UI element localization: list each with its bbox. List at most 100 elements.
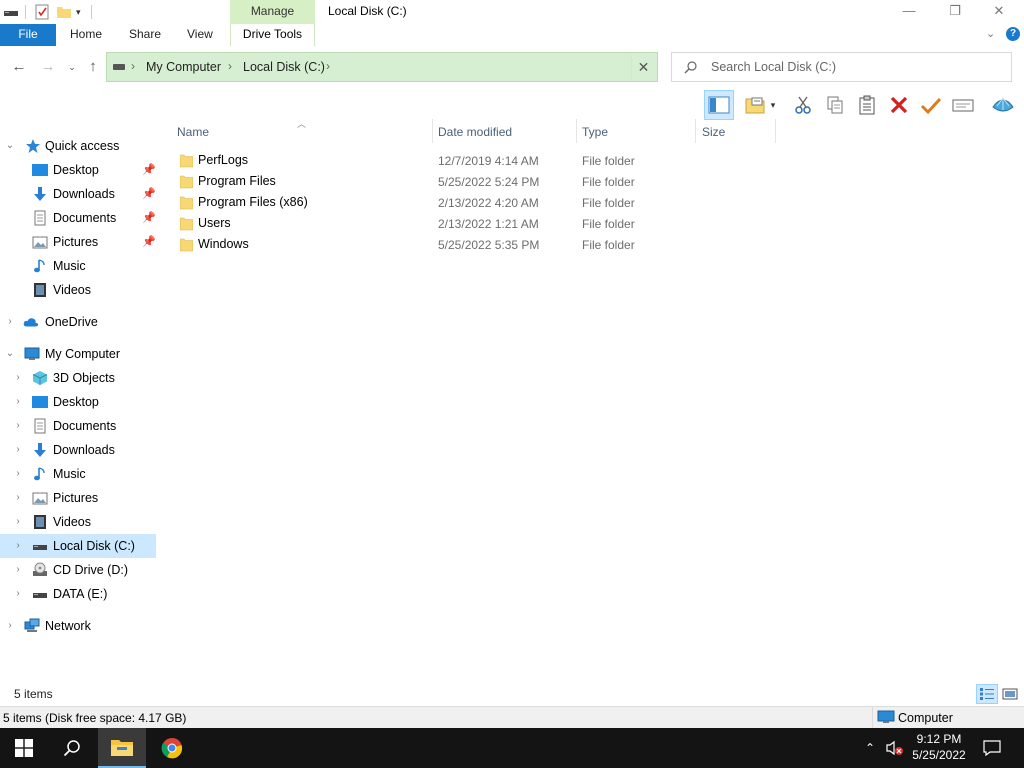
nav-item-pictures-pc[interactable]: › Pictures (0, 486, 156, 510)
nav-item-pictures[interactable]: Pictures 📌 (0, 230, 156, 254)
chevron-down-icon[interactable]: ⌄ (5, 139, 15, 153)
chevron-right-icon[interactable]: › (13, 395, 23, 409)
start-button[interactable] (0, 728, 48, 768)
chevron-right-icon[interactable]: › (228, 59, 232, 73)
column-date-modified[interactable]: Date modified (438, 125, 512, 139)
preview-pane-button[interactable] (704, 90, 734, 120)
help-icon[interactable]: ? (1006, 27, 1020, 41)
expand-ribbon-icon[interactable]: ⌄ (986, 24, 995, 46)
nav-item-videos-pc[interactable]: › Videos (0, 510, 156, 534)
nav-item-music-pc[interactable]: › Music (0, 462, 156, 486)
chevron-right-icon[interactable]: › (13, 587, 23, 601)
file-date: 5/25/2022 5:24 PM (438, 175, 540, 189)
file-row[interactable]: Program Files (x86) 2/13/2022 4:20 AM Fi… (170, 192, 790, 213)
search-icon (63, 740, 80, 757)
taskbar-search-button[interactable] (48, 728, 96, 768)
chevron-right-icon[interactable]: › (13, 467, 23, 481)
file-row[interactable]: Windows 5/25/2022 5:35 PM File folder (170, 234, 790, 255)
chevron-right-icon[interactable]: › (13, 539, 23, 553)
details-view-button[interactable] (976, 684, 998, 704)
nav-label: Pictures (53, 491, 99, 505)
manage-tab-group[interactable]: Manage (230, 0, 315, 24)
pin-icon[interactable]: 📌 (142, 187, 156, 200)
pin-icon[interactable]: 📌 (142, 235, 156, 248)
pin-icon[interactable]: 📌 (142, 211, 156, 224)
chevron-down-icon[interactable]: ⌄ (5, 347, 15, 361)
column-size[interactable]: Size (702, 125, 725, 139)
tab-home[interactable]: Home (70, 24, 102, 46)
nav-item-downloads-pc[interactable]: › Downloads (0, 438, 156, 462)
column-divider[interactable] (576, 119, 577, 143)
volume-muted-button[interactable] (884, 728, 906, 768)
nav-item-documents-pc[interactable]: › Documents (0, 414, 156, 438)
pin-icon[interactable]: 📌 (142, 163, 156, 176)
breadcrumb-local-disk[interactable]: Local Disk (C:) (243, 60, 325, 74)
column-divider[interactable] (432, 119, 433, 143)
column-name[interactable]: Name (177, 125, 209, 139)
address-bar[interactable]: › My Computer › Local Disk (C:) › ⌄ (106, 52, 716, 82)
column-divider[interactable] (775, 119, 776, 143)
chevron-right-icon[interactable]: › (13, 443, 23, 457)
column-type[interactable]: Type (582, 125, 608, 139)
nav-item-desktop[interactable]: Desktop 📌 (0, 158, 156, 182)
chevron-right-icon[interactable]: › (13, 491, 23, 505)
breadcrumb-my-computer[interactable]: My Computer (146, 60, 221, 74)
back-button[interactable]: ← (9, 57, 29, 77)
properties-icon[interactable] (34, 4, 50, 20)
new-folder-icon[interactable] (56, 4, 72, 20)
recent-locations-button[interactable]: ⌄ (62, 57, 82, 77)
nav-item-desktop-pc[interactable]: › Desktop (0, 390, 156, 414)
customize-quick-access-icon[interactable]: ▾ (76, 7, 81, 18)
chevron-right-icon[interactable]: › (13, 563, 23, 577)
nav-item-downloads[interactable]: Downloads 📌 (0, 182, 156, 206)
cut-button[interactable] (788, 90, 818, 120)
rename-button[interactable] (916, 90, 946, 120)
nav-item-data-e[interactable]: › DATA (E:) (0, 582, 156, 606)
column-divider[interactable] (695, 119, 696, 143)
taskbar-clock[interactable]: 9:12 PM 5/25/2022 (905, 731, 973, 763)
file-row[interactable]: Program Files 5/25/2022 5:24 PM File fol… (170, 171, 790, 192)
chevron-right-icon[interactable]: › (131, 59, 135, 73)
clear-address-button[interactable]: ✕ (631, 55, 655, 79)
large-icons-view-button[interactable] (999, 684, 1021, 704)
properties-button[interactable] (948, 90, 978, 120)
forward-button[interactable]: → (38, 57, 58, 77)
minimize-button[interactable]: — (886, 0, 932, 24)
web-button[interactable] (988, 90, 1018, 120)
restore-button[interactable]: ❐ (932, 0, 978, 24)
tab-share[interactable]: Share (129, 24, 161, 46)
nav-item-quick-access[interactable]: ⌄ Quick access (0, 134, 156, 158)
nav-item-my-computer[interactable]: ⌄ My Computer (0, 342, 156, 366)
nav-item-cd-drive-d[interactable]: › CD Drive (D:) (0, 558, 156, 582)
taskbar-file-explorer[interactable] (98, 728, 146, 768)
show-hidden-icons-button[interactable]: ⌃ (860, 728, 880, 768)
nav-item-videos[interactable]: Videos (0, 278, 156, 302)
file-row[interactable]: Users 2/13/2022 1:21 AM File folder (170, 213, 790, 234)
delete-button[interactable] (884, 90, 914, 120)
paste-button[interactable] (852, 90, 882, 120)
up-button[interactable]: ↑ (83, 57, 103, 77)
tab-view[interactable]: View (187, 24, 213, 46)
chevron-right-icon[interactable]: › (326, 59, 330, 73)
tab-file[interactable]: File (0, 24, 56, 46)
nav-item-documents[interactable]: Documents 📌 (0, 206, 156, 230)
close-button[interactable]: ✕ (976, 0, 1022, 24)
nav-item-3d-objects[interactable]: › 3D Objects (0, 366, 156, 390)
copy-button[interactable] (820, 90, 850, 120)
chevron-right-icon[interactable]: › (13, 371, 23, 385)
nav-item-local-disk-c[interactable]: › Local Disk (C:) (0, 534, 156, 558)
view-dropdown-icon[interactable]: ▾ (766, 90, 780, 120)
nav-item-music[interactable]: Music (0, 254, 156, 278)
tab-drive-tools[interactable]: Drive Tools (230, 24, 315, 46)
chevron-right-icon[interactable]: › (5, 619, 15, 633)
file-date: 5/25/2022 5:35 PM (438, 238, 540, 252)
chevron-right-icon[interactable]: › (13, 515, 23, 529)
chevron-right-icon[interactable]: › (5, 315, 15, 329)
taskbar-chrome[interactable] (148, 728, 196, 768)
search-box[interactable]: Search Local Disk (C:) (671, 52, 1012, 82)
nav-item-onedrive[interactable]: › OneDrive (0, 310, 156, 334)
action-center-button[interactable] (978, 728, 1006, 768)
file-row[interactable]: PerfLogs 12/7/2019 4:14 AM File folder (170, 150, 790, 171)
chevron-right-icon[interactable]: › (13, 419, 23, 433)
nav-item-network[interactable]: › Network (0, 614, 156, 638)
